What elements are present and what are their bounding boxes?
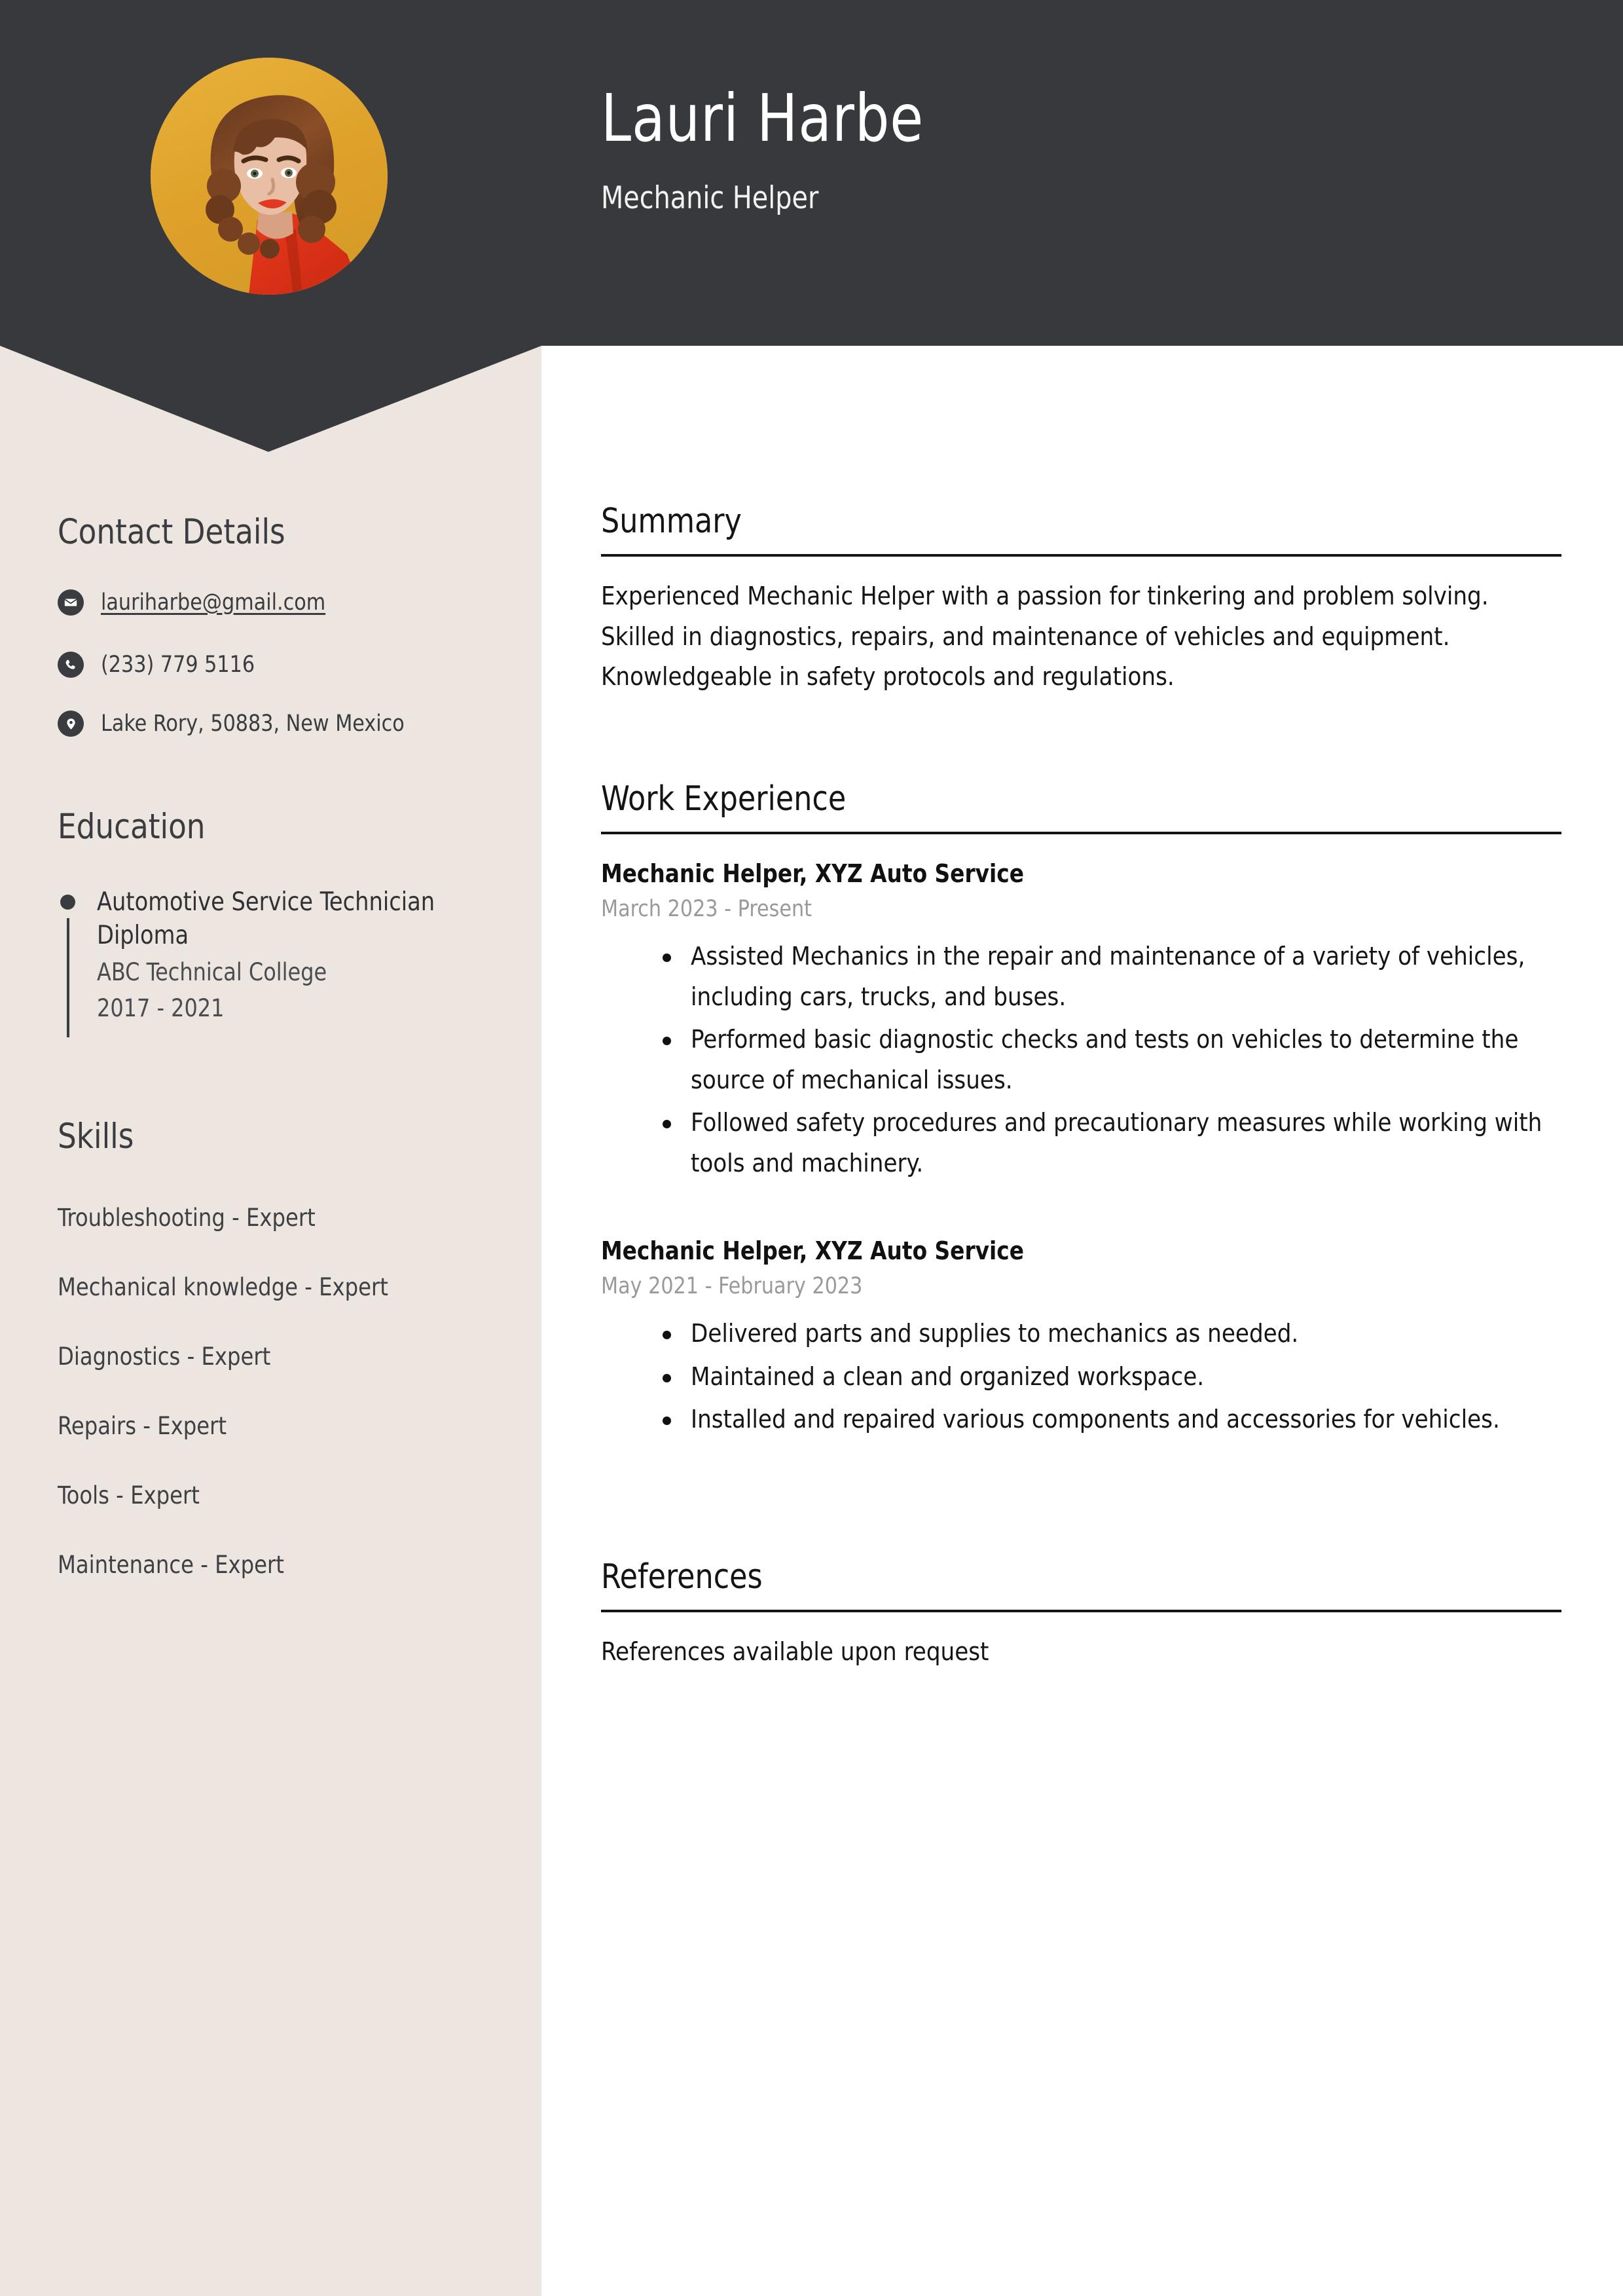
- job-bullets-1: Assisted Mechanics in the repair and mai…: [655, 936, 1561, 1186]
- avatar: [151, 58, 388, 295]
- location-pin-icon: [58, 711, 84, 737]
- page-title: Lauri Harbe: [601, 80, 924, 157]
- name-block: Lauri Harbe Mechanic Helper: [601, 84, 952, 216]
- education-degree: Automotive Service Technician Diploma: [97, 887, 435, 951]
- skill-item: Repairs - Expert: [58, 1412, 227, 1440]
- contact-email[interactable]: lauriharbe@gmail.com: [58, 589, 335, 616]
- education-school: ABC Technical College: [97, 957, 327, 986]
- references-text: References available upon request: [601, 1637, 989, 1666]
- portrait-photo-icon: [151, 58, 388, 295]
- contact-location: Lake Rory, 50883, New Mexico: [58, 711, 417, 737]
- job-title: Mechanic Helper: [601, 180, 819, 216]
- contact-details-heading: Contact Details: [58, 512, 285, 552]
- work-experience-heading: Work Experience: [601, 779, 1561, 834]
- bullet-item: Assisted Mechanics in the repair and mai…: [655, 936, 1561, 1017]
- contact-phone[interactable]: (233) 779 5116: [58, 652, 261, 678]
- phone-value: (233) 779 5116: [101, 652, 255, 678]
- job-dates-2: May 2021 - February 2023: [601, 1273, 863, 1299]
- skill-item: Mechanical knowledge - Expert: [58, 1273, 388, 1301]
- job-dates-1: March 2023 - Present: [601, 896, 812, 922]
- skill-item: Troubleshooting - Expert: [58, 1204, 316, 1232]
- timeline-dot-icon: [60, 895, 75, 910]
- envelope-icon: [58, 589, 84, 616]
- phone-icon: [58, 652, 84, 678]
- email-value[interactable]: lauriharbe@gmail.com: [101, 589, 325, 616]
- education-item: Automotive Service Technician Diploma AB…: [58, 885, 464, 1037]
- timeline-line: [67, 918, 69, 1037]
- location-value: Lake Rory, 50883, New Mexico: [101, 711, 405, 737]
- summary-text: Experienced Mechanic Helper with a passi…: [601, 582, 1489, 692]
- bullet-item: Maintained a clean and organized workspa…: [655, 1357, 1561, 1398]
- skill-item: Maintenance - Expert: [58, 1551, 284, 1579]
- job-bullets-2: Delivered parts and supplies to mechanic…: [655, 1314, 1561, 1443]
- education-dates: 2017 - 2021: [97, 993, 225, 1022]
- job-title-2: Mechanic Helper, XYZ Auto Service: [601, 1236, 1024, 1265]
- skills-heading: Skills: [58, 1117, 134, 1157]
- references-heading: References: [601, 1557, 1561, 1612]
- bullet-item: Followed safety procedures and precautio…: [655, 1103, 1561, 1183]
- bullet-item: Delivered parts and supplies to mechanic…: [655, 1314, 1561, 1354]
- skill-item: Tools - Expert: [58, 1481, 200, 1509]
- job-title-1: Mechanic Helper, XYZ Auto Service: [601, 859, 1024, 888]
- skill-item: Diagnostics - Expert: [58, 1342, 271, 1371]
- bullet-item: Performed basic diagnostic checks and te…: [655, 1020, 1561, 1100]
- bullet-item: Installed and repaired various component…: [655, 1399, 1561, 1440]
- resume-page: Lauri Harbe Mechanic Helper Contact Deta…: [0, 0, 1623, 2296]
- summary-heading: Summary: [601, 502, 1561, 557]
- education-heading: Education: [58, 807, 206, 847]
